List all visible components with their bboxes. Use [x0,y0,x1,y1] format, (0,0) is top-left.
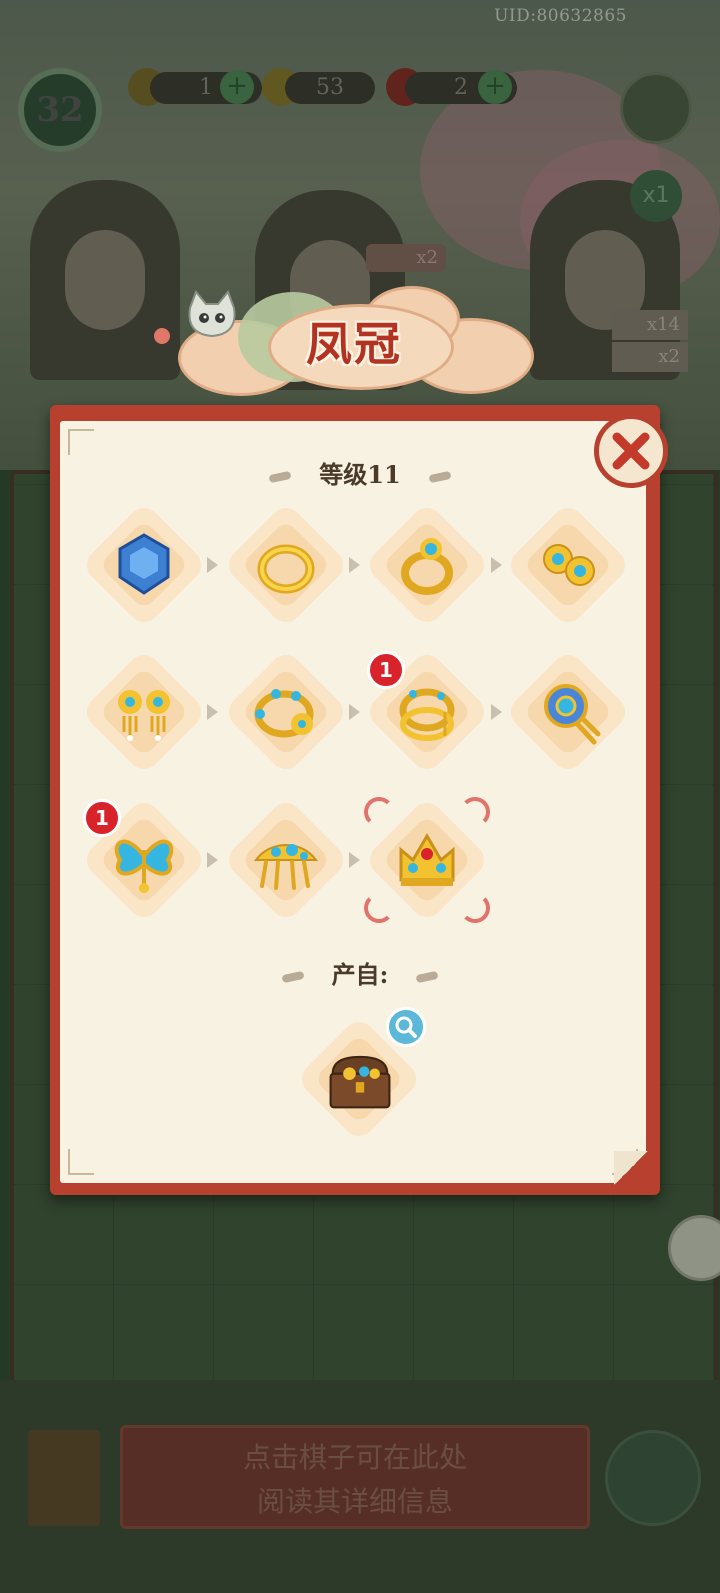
treasure-chest-icon [329,1055,391,1109]
flower-decoration-icon [154,328,170,344]
source-heading: 产自: [0,955,720,990]
blue-gem-icon [118,533,170,595]
level-heading: 等级11 [0,455,720,490]
flourish-left-icon [268,470,292,483]
magnify-icon [395,1016,417,1038]
beaded-bangle-icon [254,689,314,738]
dragon-bangle-icon [399,688,455,741]
source-label: 产自: [331,960,389,989]
flower-earrings-icon [543,544,595,586]
flourish-left-icon [280,970,305,983]
chain-item-4[interactable] [503,500,633,630]
chain-item-2[interactable] [221,500,351,630]
hair-comb-icon [254,844,318,890]
chain-item-1[interactable] [79,500,209,630]
gem-ring-icon [401,538,453,595]
chain-item-8[interactable] [503,647,633,777]
magnify-button[interactable] [386,1007,426,1047]
chain-item-10[interactable] [221,795,351,925]
level-label: 等级11 [319,460,401,489]
flourish-right-icon [428,470,452,483]
new-item-badge: 1 [367,651,405,689]
flourish-right-icon [415,970,440,983]
butterfly-hairpin-icon [114,839,174,893]
gold-ring-icon [257,544,315,594]
chain-item-5[interactable] [79,647,209,777]
chain-item-6[interactable] [221,647,351,777]
chain-item-11[interactable] [362,795,492,925]
phoenix-crown-icon [399,833,455,886]
chain-item-3[interactable] [362,500,492,630]
tassel-earrings-icon [118,690,170,741]
new-item-badge: 1 [83,799,121,837]
page-curl [614,1151,648,1185]
cat-mascot-icon [188,290,236,338]
flower-hairpin-icon [544,684,601,745]
